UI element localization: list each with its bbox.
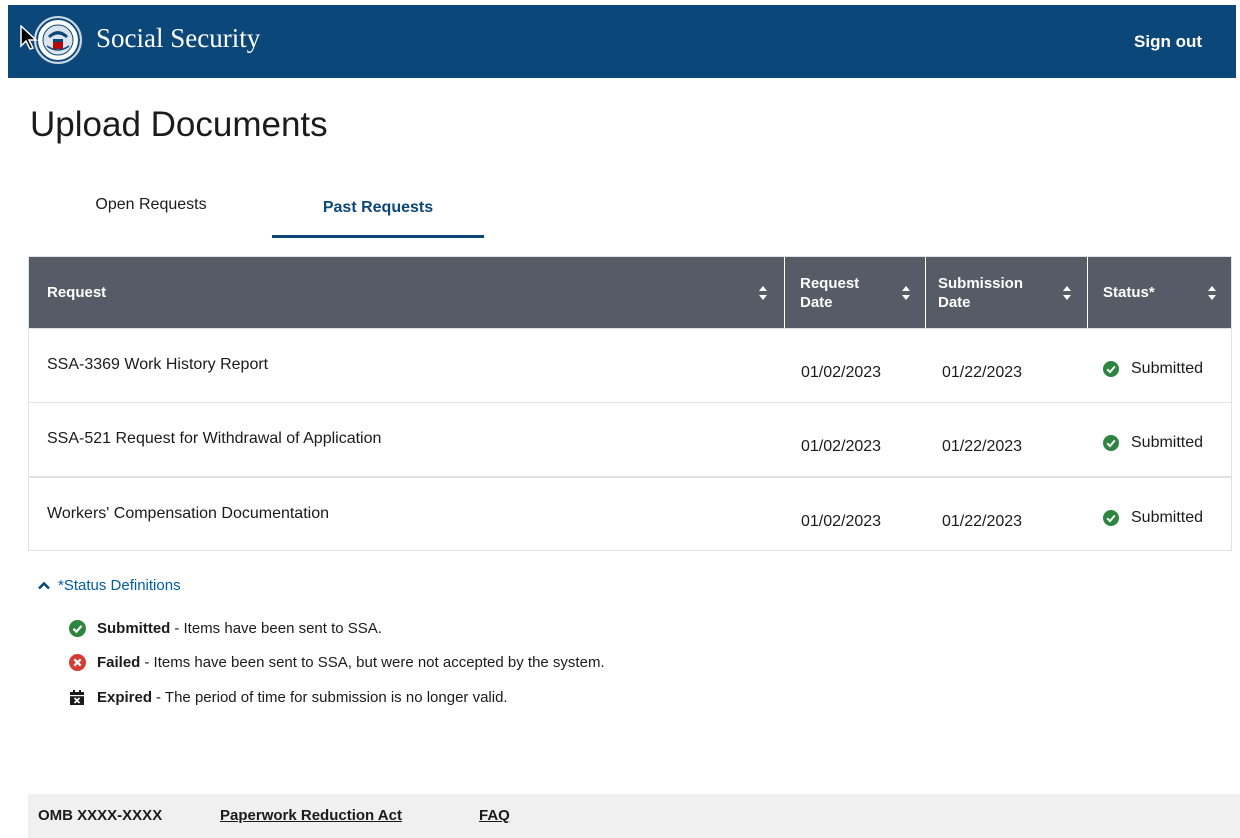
column-header-status[interactable]: Status* xyxy=(1103,257,1231,328)
status-definition-failed: Failed - Items have been sent to SSA, bu… xyxy=(68,653,605,671)
status-text: Submitted xyxy=(1131,360,1204,377)
status-definitions-label: *Status Definitions xyxy=(58,577,181,594)
site-brand[interactable]: Social Security xyxy=(96,23,260,54)
faq-link[interactable]: FAQ xyxy=(479,807,510,824)
paperwork-reduction-act-link[interactable]: Paperwork Reduction Act xyxy=(220,807,402,824)
table-row: Workers' Compensation Documentation 01/0… xyxy=(29,476,1231,551)
column-header-submission-date[interactable]: Submission Date xyxy=(938,257,1086,328)
submission-date: 01/22/2023 xyxy=(942,364,1023,381)
status-badge: Submitted xyxy=(1103,434,1203,452)
status-term: Expired xyxy=(97,688,153,706)
request-date: 01/02/2023 xyxy=(801,438,882,455)
status-badge: Submitted xyxy=(1103,509,1203,527)
request-name: SSA-521 Request for Withdrawal of Applic… xyxy=(47,430,382,447)
status-badge: Submitted xyxy=(1103,360,1203,378)
request-name: Workers' Compensation Documentation xyxy=(47,505,329,522)
request-tabs: Open Requests Past Requests xyxy=(30,190,530,238)
column-label: Request xyxy=(47,284,107,301)
status-text: Submitted xyxy=(1131,509,1204,526)
tab-past-requests[interactable]: Past Requests xyxy=(272,190,484,238)
site-footer: OMB XXXX-XXXX Paperwork Reduction Act FA… xyxy=(28,794,1240,838)
column-header-request[interactable]: Request xyxy=(47,257,782,328)
x-circle-icon xyxy=(68,653,86,671)
column-label: Submission Date xyxy=(938,274,1024,311)
request-date: 01/02/2023 xyxy=(801,364,882,381)
request-name: SSA-3369 Work History Report xyxy=(47,356,269,373)
column-divider xyxy=(1087,257,1088,328)
site-header: Social Security Sign out xyxy=(8,5,1236,78)
status-definitions-toggle[interactable]: *Status Definitions xyxy=(38,577,181,594)
column-label: Status* xyxy=(1103,284,1155,301)
request-date: 01/02/2023 xyxy=(801,513,882,530)
tab-open-requests[interactable]: Open Requests xyxy=(30,190,272,238)
submission-date: 01/22/2023 xyxy=(942,438,1023,455)
sort-icon[interactable] xyxy=(758,285,768,301)
check-circle-icon xyxy=(1103,361,1119,377)
status-term: Submitted xyxy=(97,619,171,637)
status-description: - Items have been sent to SSA, but were … xyxy=(144,653,605,671)
past-requests-table: Request Request Date Submission Date Sta… xyxy=(28,256,1232,551)
check-circle-icon xyxy=(68,619,86,637)
table-row: SSA-3369 Work History Report 01/02/2023 … xyxy=(29,328,1231,402)
status-description: - The period of time for submission is n… xyxy=(156,688,508,706)
status-text: Submitted xyxy=(1131,434,1204,451)
calendar-x-icon xyxy=(68,688,86,706)
sort-icon[interactable] xyxy=(1207,285,1217,301)
status-definition-expired: Expired - The period of time for submiss… xyxy=(68,688,508,706)
table-header: Request Request Date Submission Date Sta… xyxy=(29,257,1231,328)
mouse-cursor-icon xyxy=(20,25,38,50)
status-definition-submitted: Submitted - Items have been sent to SSA. xyxy=(68,619,382,637)
check-circle-icon xyxy=(1103,510,1119,526)
status-term: Failed xyxy=(97,653,141,671)
status-description: - Items have been sent to SSA. xyxy=(174,619,382,637)
sign-out-link[interactable]: Sign out xyxy=(1134,32,1202,52)
sort-icon[interactable] xyxy=(1062,285,1072,301)
column-header-request-date[interactable]: Request Date xyxy=(800,257,925,328)
chevron-up-icon xyxy=(38,581,50,590)
omb-number: OMB XXXX-XXXX xyxy=(38,807,163,824)
check-circle-icon xyxy=(1103,435,1119,451)
column-divider xyxy=(784,257,785,328)
column-label: Request Date xyxy=(800,274,860,311)
page-title: Upload Documents xyxy=(30,105,328,144)
submission-date: 01/22/2023 xyxy=(942,513,1023,530)
column-divider xyxy=(925,257,926,328)
table-row: SSA-521 Request for Withdrawal of Applic… xyxy=(29,402,1231,476)
sort-icon[interactable] xyxy=(901,285,911,301)
ssa-seal-icon[interactable] xyxy=(34,16,82,64)
